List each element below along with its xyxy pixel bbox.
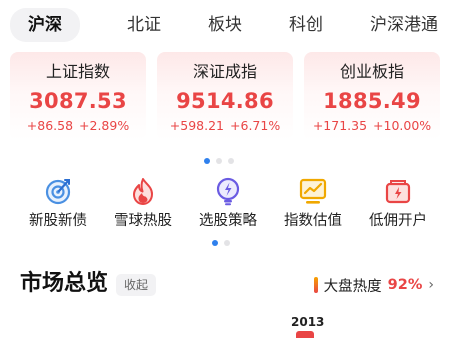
index-change-points: +171.35 (312, 118, 368, 133)
index-value: 1885.49 (323, 89, 421, 113)
index-change: +86.58 +2.89% (10, 118, 146, 134)
heat-gauge-icon (313, 277, 318, 293)
index-cards-pager (204, 158, 234, 164)
shortcut-new-stocks[interactable]: 新股新债 (22, 176, 94, 236)
chart-peak-year-label: 2013 (291, 315, 325, 329)
shortcut-pager (212, 240, 230, 246)
tab-hushen[interactable]: 沪深 (10, 8, 80, 42)
index-value: 3087.53 (29, 89, 127, 113)
pager-dot (216, 158, 222, 164)
shortcut-label: 指数估值 (284, 213, 342, 229)
shortcut-index-valuation[interactable]: 指数估值 (277, 176, 349, 236)
wallet-icon (385, 180, 411, 204)
index-card-shanghai[interactable]: 上证指数 3087.53 +86.58 +2.89% (10, 52, 146, 140)
index-value: 9514.86 (176, 89, 274, 113)
index-card-shenzhen[interactable]: 深证成指 9514.86 +598.21 +6.71% (157, 52, 293, 140)
index-name: 创业板指 (339, 62, 404, 81)
shortcut-grid: 新股新债 雪球热股 选股策略 指数估值 低佣开户 (0, 176, 450, 236)
tab-kechuang[interactable]: 科创 (289, 8, 323, 42)
index-change: +171.35 +10.00% (304, 118, 440, 134)
collapse-button[interactable]: 收起 (116, 274, 157, 296)
shortcut-label: 低佣开户 (369, 213, 427, 229)
pager-dot-active (212, 240, 218, 246)
index-name: 深证成指 (192, 62, 257, 81)
pager-dot (228, 158, 234, 164)
index-change-points: +86.58 (26, 118, 74, 133)
flame-icon (133, 178, 153, 205)
trend-chart-icon (299, 178, 327, 204)
chevron-right-icon: › (428, 277, 434, 293)
market-overview-title: 市场总览 (20, 271, 109, 296)
market-tabs: 沪深 北证 板块 科创 沪深港通 (0, 8, 450, 42)
tab-beizheng[interactable]: 北证 (127, 8, 161, 42)
shortcut-label: 选股策略 (199, 213, 257, 229)
heat-value: 92% (387, 277, 423, 293)
index-change-percent: +6.71% (230, 118, 281, 133)
shortcut-hot-stocks[interactable]: 雪球热股 (107, 176, 179, 236)
chart-peak-marker (296, 331, 314, 338)
shortcut-label: 新股新债 (29, 213, 87, 229)
shortcut-stock-strategy[interactable]: 选股策略 (192, 176, 264, 236)
index-cards: 上证指数 3087.53 +86.58 +2.89% 深证成指 9514.86 +… (10, 52, 440, 140)
tab-hushen-ganggtong[interactable]: 沪深港通 (370, 8, 438, 42)
lightbulb-icon (216, 177, 240, 206)
index-card-chinext[interactable]: 创业板指 1885.49 +171.35 +10.00% (304, 52, 440, 140)
pager-dot (224, 240, 230, 246)
heat-label: 大盘热度 (323, 278, 382, 295)
shortcut-low-commission-account[interactable]: 低佣开户 (362, 176, 434, 236)
target-icon (45, 179, 71, 205)
tab-bankuai[interactable]: 板块 (208, 8, 242, 42)
index-name: 上证指数 (45, 62, 110, 81)
index-change: +598.21 +6.71% (157, 118, 293, 134)
index-change-points: +598.21 (169, 118, 225, 133)
index-change-percent: +2.89% (79, 118, 130, 133)
pager-dot-active (204, 158, 210, 164)
market-heat-link[interactable]: 大盘热度 92% › (313, 274, 434, 296)
index-change-percent: +10.00% (373, 118, 432, 133)
shortcut-label: 雪球热股 (114, 213, 172, 229)
